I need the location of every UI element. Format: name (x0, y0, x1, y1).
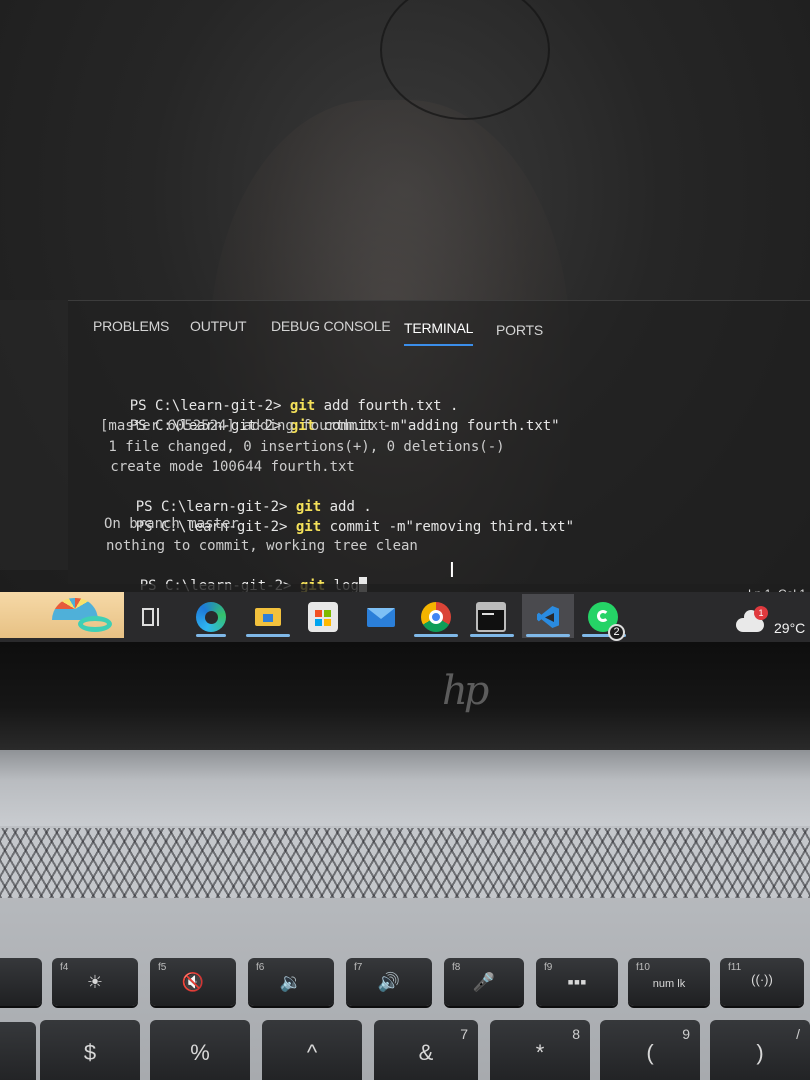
tab-ports[interactable]: PORTS (496, 322, 543, 338)
terminal-line: PS C:\learn-git-2> git add fourth.txt . (129, 398, 459, 414)
key-6[interactable]: ^ (262, 1020, 362, 1080)
key-7[interactable]: 7 & (374, 1020, 478, 1080)
tab-debug-console[interactable]: DEBUG CONSOLE (271, 318, 391, 334)
terminal-app-icon[interactable] (476, 602, 506, 632)
running-indicator (470, 634, 514, 637)
temperature-label: 29°C (774, 620, 806, 636)
terminal-line: create mode 100644 fourth.txt (102, 459, 355, 475)
tab-problems[interactable]: PROBLEMS (93, 318, 169, 334)
terminal-input-line[interactable]: PS C:\learn-git-2> git log (106, 556, 367, 594)
key-f7[interactable]: f7 🔊 (346, 958, 432, 1006)
key-f9[interactable]: f9 ▪▪▪ (536, 958, 618, 1006)
terminal-line: nothing to commit, working tree clean (106, 538, 418, 554)
num-lock-label: num lk (652, 978, 686, 990)
mail-icon[interactable] (366, 602, 396, 632)
editor-area (0, 300, 68, 570)
speaker-grille (0, 828, 810, 898)
swim-ring-icon (78, 616, 112, 632)
mute-icon: 🔇 (181, 972, 205, 992)
key-4[interactable]: $ (40, 1020, 140, 1080)
key-f5[interactable]: f5 🔇 (150, 958, 236, 1006)
widgets-button[interactable] (0, 592, 124, 638)
key-f6[interactable]: f6 🔉 (248, 958, 334, 1006)
terminal-line: PS C:\learn-git-2> git add . (135, 499, 372, 515)
weather-badge: 1 (754, 606, 768, 620)
chrome-icon[interactable] (421, 602, 451, 632)
key-8[interactable]: 8 * (490, 1020, 590, 1080)
key-edge[interactable] (0, 1022, 36, 1080)
keyboard-backlight-icon: ▪▪▪ (567, 972, 587, 992)
volume-down-icon: 🔉 (279, 972, 303, 992)
laptop-hinge (0, 750, 810, 826)
microsoft-store-icon[interactable] (308, 602, 338, 632)
terminal-line: [master 6052524] adding fourth.txt (100, 418, 387, 434)
key-f10[interactable]: f10 num lk (628, 958, 710, 1006)
terminal-line: 1 file changed, 0 insertions(+), 0 delet… (100, 439, 505, 455)
brightness-icon: ☀ (86, 972, 104, 992)
whatsapp-badge: 2 (608, 624, 625, 641)
key-f8[interactable]: f8 🎤 (444, 958, 524, 1006)
cloud-icon (736, 610, 764, 632)
running-indicator (246, 634, 290, 637)
hp-logo: hp (442, 668, 489, 714)
running-indicator (196, 634, 226, 637)
mic-mute-icon: 🎤 (472, 972, 496, 992)
tab-output[interactable]: OUTPUT (190, 318, 247, 334)
task-view-icon[interactable] (138, 602, 168, 632)
key-0[interactable]: /) (710, 1020, 810, 1080)
file-explorer-icon[interactable] (253, 602, 283, 632)
running-indicator (414, 634, 458, 637)
volume-up-icon: 🔊 (377, 972, 401, 992)
running-indicator (526, 634, 570, 637)
key-f11[interactable]: f11 ((·)) (720, 958, 804, 1006)
tab-terminal[interactable]: TERMINAL (404, 320, 473, 346)
terminal-line: On branch master (104, 516, 239, 532)
airplane-mode-icon: ((·)) (751, 972, 773, 987)
screen-bezel (0, 642, 810, 750)
key-5[interactable]: % (150, 1020, 250, 1080)
terminal-line: PS C:\learn-git-2> git commit -m"adding … (129, 418, 560, 434)
key-9[interactable]: 9( (600, 1020, 700, 1080)
mouse-ibeam-cursor-icon: I (449, 558, 455, 582)
edge-browser-icon[interactable] (196, 602, 226, 632)
key-f3[interactable] (0, 958, 42, 1006)
vscode-icon[interactable] (533, 602, 563, 632)
windows-taskbar (0, 592, 810, 642)
key-f4[interactable]: f4 ☀ (52, 958, 138, 1006)
